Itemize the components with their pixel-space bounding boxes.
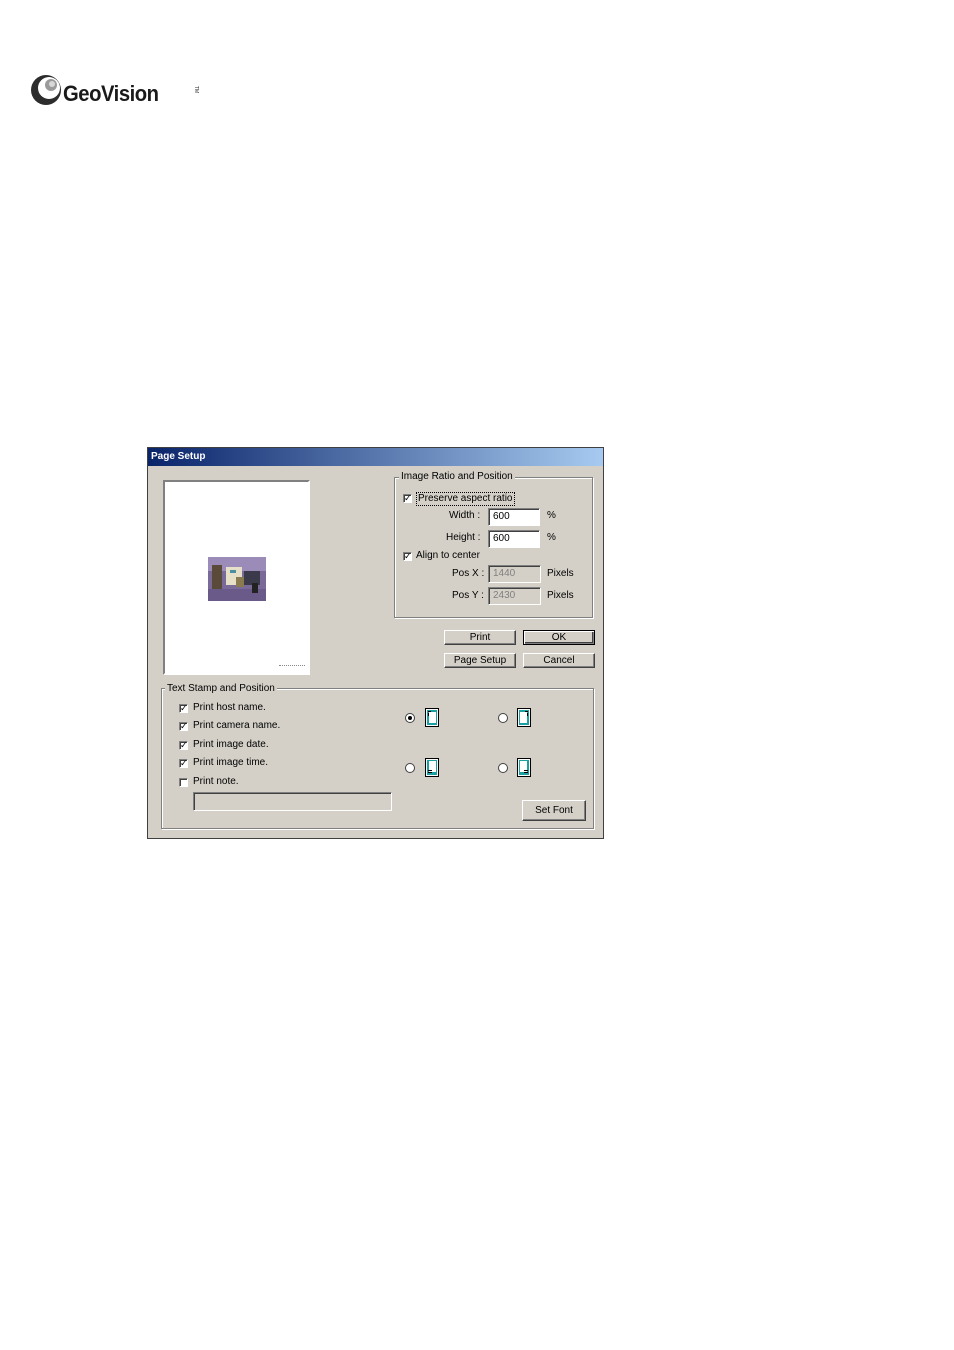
pos-x-unit: Pixels xyxy=(547,568,574,579)
print-image-time-checkbox[interactable]: ✓ xyxy=(179,759,188,768)
position-top-left-radio[interactable] xyxy=(405,713,415,723)
position-bottom-left-radio[interactable] xyxy=(405,763,415,773)
print-host-name-label[interactable]: Print host name. xyxy=(193,702,266,714)
preserve-aspect-ratio-label[interactable]: Preserve aspect ratio xyxy=(416,492,515,506)
width-input[interactable]: 600 xyxy=(488,508,540,526)
print-image-date-checkbox[interactable]: ✓ xyxy=(179,741,188,750)
page-setup-button[interactable]: Page Setup xyxy=(444,653,516,668)
logo-wordmark: GeoVision xyxy=(63,81,159,106)
logo-trademark: TM xyxy=(193,86,199,94)
align-to-center-checkbox[interactable]: ✓ xyxy=(403,552,412,561)
print-image-date-label[interactable]: Print image date. xyxy=(193,739,269,751)
bottom-right-position-icon xyxy=(517,758,531,777)
height-input[interactable]: 600 xyxy=(488,530,540,548)
pos-x-label: Pos X : xyxy=(452,568,485,579)
geovision-logo-icon xyxy=(31,75,61,105)
page-preview xyxy=(163,480,310,675)
top-left-position-icon xyxy=(425,708,439,727)
position-bottom-right-radio[interactable] xyxy=(498,763,508,773)
pos-x-input: 1440 xyxy=(488,565,541,583)
width-unit: % xyxy=(547,510,556,521)
top-right-position-icon xyxy=(517,708,531,727)
cancel-button[interactable]: Cancel xyxy=(523,653,595,668)
set-font-button[interactable]: Set Font xyxy=(522,800,586,821)
print-camera-name-checkbox[interactable]: ✓ xyxy=(179,722,188,731)
align-to-center-label[interactable]: Align to center xyxy=(416,550,480,562)
print-host-name-checkbox[interactable]: ✓ xyxy=(179,704,188,713)
preview-footer-text xyxy=(279,665,305,668)
width-label: Width : xyxy=(449,510,481,521)
geovision-logo: GeoVision TM xyxy=(30,73,199,113)
preview-image-thumbnail xyxy=(208,557,266,601)
position-top-right-radio[interactable] xyxy=(498,713,508,723)
ok-button[interactable]: OK xyxy=(523,630,595,645)
print-note-checkbox[interactable] xyxy=(179,778,188,787)
print-image-time-label[interactable]: Print image time. xyxy=(193,757,268,769)
dialog-titlebar[interactable]: Page Setup xyxy=(148,448,603,466)
height-unit: % xyxy=(547,532,556,543)
preserve-aspect-ratio-checkbox[interactable]: ✓ xyxy=(403,494,412,503)
print-note-label[interactable]: Print note. xyxy=(193,776,239,788)
pos-y-unit: Pixels xyxy=(547,590,574,601)
print-button[interactable]: Print xyxy=(444,630,516,645)
pos-y-label: Pos Y : xyxy=(452,590,484,601)
height-label: Height : xyxy=(446,532,481,543)
bottom-left-position-icon xyxy=(425,758,439,777)
pos-y-input: 2430 xyxy=(488,587,541,605)
text-stamp-group-title: Text Stamp and Position xyxy=(165,683,277,694)
image-ratio-group-title: Image Ratio and Position xyxy=(399,471,515,482)
note-input xyxy=(193,792,392,811)
print-camera-name-label[interactable]: Print camera name. xyxy=(193,720,280,732)
page-setup-dialog: Page Setup Image Ratio and Position ✓ Pr… xyxy=(147,447,604,839)
